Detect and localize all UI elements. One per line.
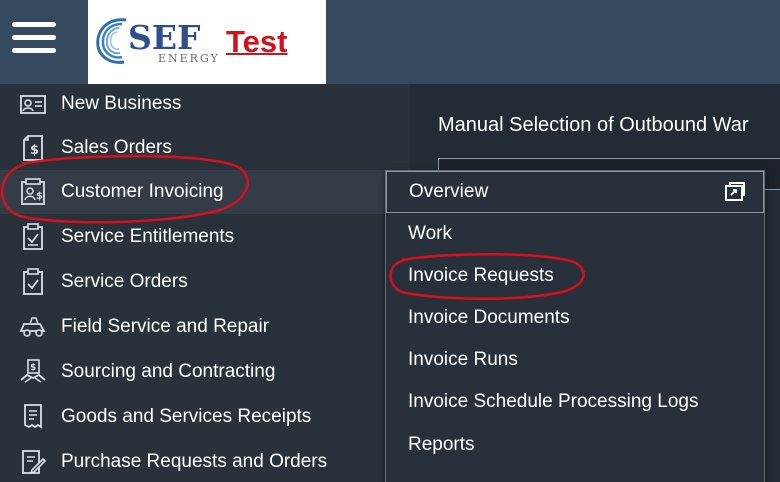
submenu-item-invoice-documents[interactable]: Invoice Documents [386,297,764,339]
receipts-icon [18,402,48,432]
submenu-item-invoice-runs[interactable]: Invoice Runs [386,339,764,381]
submenu-item-overview[interactable]: Overview [386,171,764,213]
submenu-item-label: Invoice Documents [408,307,570,328]
sidebar-item-sourcing[interactable]: $ Sourcing and Contracting [0,350,410,394]
submenu-item-work[interactable]: Work [386,213,764,255]
submenu-item-label: Overview [409,181,489,202]
submenu-item-label: Invoice Requests [408,265,554,286]
sidebar-item-service-entitlements[interactable]: Service Entitlements [0,215,410,259]
logo-subtitle: ENERGY [158,52,220,65]
purchase-icon [18,447,48,477]
submenu-item-label: Reports [408,434,475,455]
hamburger-line [12,22,56,27]
sidebar-item-label: Sourcing and Contracting [61,361,276,382]
submenu-item-label: Invoice Schedule Processing Logs [408,391,699,412]
svg-text:$: $ [30,143,39,158]
submenu-item-label: Invoice Runs [408,349,518,370]
sidebar-item-label: Sales Orders [61,137,172,158]
shell-header: SEF ENERGY Test [0,0,780,84]
sidebar-item-label: Purchase Requests and Orders [61,451,328,472]
sidebar-item-label: Goods and Services Receipts [61,406,312,427]
submenu-item-reports[interactable]: Reports [386,424,764,466]
company-logo[interactable]: SEF ENERGY Test [88,0,326,84]
customer-invoicing-icon: $ [18,177,48,207]
svg-text:$: $ [36,191,43,202]
sidebar-item-customer-invoicing[interactable]: $ Customer Invoicing [0,170,410,214]
service-orders-icon [18,267,48,297]
environment-label: Test [226,24,288,59]
sidebar-item-sales-orders[interactable]: $ Sales Orders [0,126,410,170]
new-business-icon [18,89,48,119]
field-service-icon [18,312,48,342]
sidebar-item-label: Field Service and Repair [61,316,270,337]
sidebar-item-field-service[interactable]: Field Service and Repair [0,305,410,349]
sourcing-icon: $ [18,357,48,387]
service-entitlements-icon [18,222,48,252]
submenu-item-invoice-requests[interactable]: Invoice Requests [386,255,764,297]
submenu-item-invoice-schedule-logs[interactable]: Invoice Schedule Processing Logs [386,381,764,423]
sidebar-item-label: Service Orders [61,271,188,292]
hamburger-line [12,48,56,53]
menu-hamburger-button[interactable] [12,22,56,62]
customer-invoicing-submenu: Overview Work Invoice Requests Invoice D… [385,170,765,482]
navigation-menu: New Business $ Sales Orders $ Customer I… [0,84,410,482]
open-in-new-window-icon[interactable] [723,180,747,204]
sidebar-item-label: New Business [61,93,182,114]
submenu-item-label: Work [408,223,452,244]
svg-text:$: $ [30,363,36,373]
sidebar-item-service-orders[interactable]: Service Orders [0,260,410,304]
page-title: Manual Selection of Outbound War [438,114,749,136]
sidebar-item-label: Service Entitlements [61,226,235,247]
sidebar-item-purchase[interactable]: Purchase Requests and Orders [0,440,410,482]
sales-orders-icon: $ [18,133,48,163]
sidebar-item-label: Customer Invoicing [61,181,224,202]
hamburger-line [12,35,56,40]
sidebar-item-new-business[interactable]: New Business [0,82,410,126]
sidebar-item-receipts[interactable]: Goods and Services Receipts [0,395,410,439]
